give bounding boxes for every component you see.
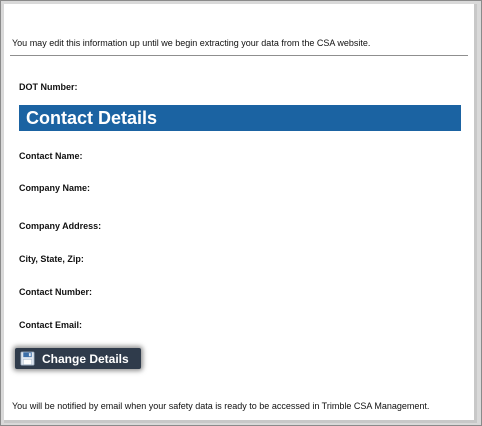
footer-note: You will be notified by email when your … — [12, 401, 430, 411]
window-frame: You may edit this information up until w… — [0, 0, 482, 426]
contact-name-label: Contact Name: — [19, 151, 83, 161]
change-details-button-label: Change Details — [42, 351, 129, 366]
contact-number-label: Contact Number: — [19, 287, 93, 297]
contact-email-label: Contact Email: — [19, 320, 83, 330]
dot-number-label: DOT Number: — [19, 82, 78, 92]
city-state-zip-label: City, State, Zip: — [19, 254, 84, 264]
intro-text: You may edit this information up until w… — [12, 38, 371, 48]
change-details-button[interactable]: Change Details — [15, 348, 141, 369]
content-panel: You may edit this information up until w… — [4, 4, 477, 423]
divider — [10, 55, 468, 56]
floppy-disk-icon — [20, 351, 35, 366]
company-address-label: Company Address: — [19, 221, 102, 231]
company-name-label: Company Name: — [19, 183, 91, 193]
section-header-contact-details: Contact Details — [19, 105, 461, 131]
